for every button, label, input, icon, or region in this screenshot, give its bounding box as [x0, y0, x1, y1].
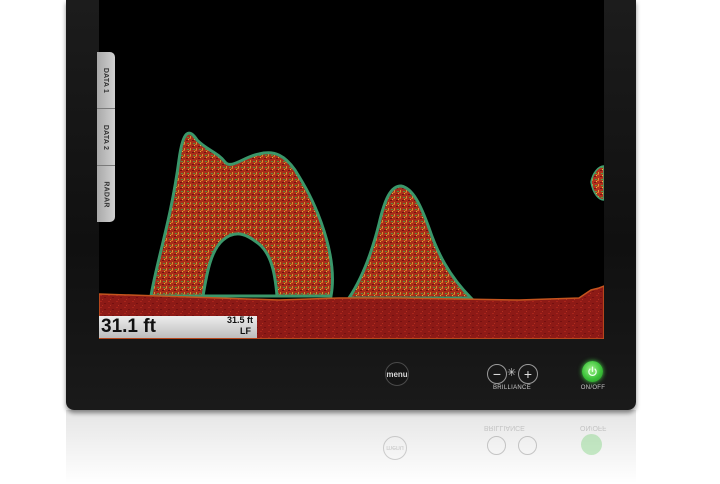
- device-reflection: menu BRILLIANCE ON/OFF: [66, 410, 636, 484]
- menu-reflection-label: menu: [386, 444, 404, 452]
- menu-button-label: menu: [386, 369, 408, 379]
- power-icon-reflection: [581, 434, 602, 455]
- side-tab-bar: DATA 1 DATA 2 RADAR: [97, 52, 115, 222]
- tab-data-1[interactable]: DATA 1: [97, 52, 115, 109]
- tab-data-1-label: DATA 1: [102, 67, 110, 93]
- menu-button[interactable]: menu: [385, 362, 409, 386]
- power-label-reflection: ON/OFF: [580, 424, 607, 431]
- plus-icon-reflection: [518, 436, 537, 455]
- sun-icon: ✳: [507, 367, 517, 379]
- brilliance-label-reflection: BRILLIANCE: [484, 424, 525, 431]
- plus-icon: +: [523, 366, 533, 382]
- brilliance-down-button[interactable]: −: [487, 364, 507, 384]
- tab-radar[interactable]: RADAR: [97, 166, 115, 222]
- brilliance-up-button[interactable]: +: [518, 364, 538, 384]
- secondary-depth-value: 31.5 ft: [226, 315, 253, 325]
- sonar-echo-display: [99, 131, 604, 339]
- tab-radar-label: RADAR: [102, 180, 110, 208]
- sonar-screen[interactable]: 6 8 10 12 14 16 18 20 22 24 26 28 30 32: [99, 0, 604, 339]
- tab-data-2[interactable]: DATA 2: [97, 109, 115, 166]
- fish-school-echo-left: [149, 131, 335, 298]
- brilliance-label: BRILLIANCE: [492, 385, 531, 391]
- minus-icon-reflection: [487, 436, 506, 455]
- tab-data-2-label: DATA 2: [102, 124, 110, 150]
- depth-value: 31.1 ft: [101, 316, 156, 337]
- fish-school-echo-right: [346, 184, 475, 300]
- surface-clutter-echo: [590, 165, 604, 201]
- power-button[interactable]: [582, 361, 603, 382]
- power-label: ON/OFF: [580, 385, 606, 391]
- menu-button-reflection: menu: [383, 436, 407, 460]
- depth-readout-box: 31.1 ft 31.5 ft LF: [99, 316, 257, 338]
- frequency-label: LF: [240, 326, 251, 336]
- minus-icon: −: [492, 366, 502, 382]
- power-icon: [588, 366, 597, 376]
